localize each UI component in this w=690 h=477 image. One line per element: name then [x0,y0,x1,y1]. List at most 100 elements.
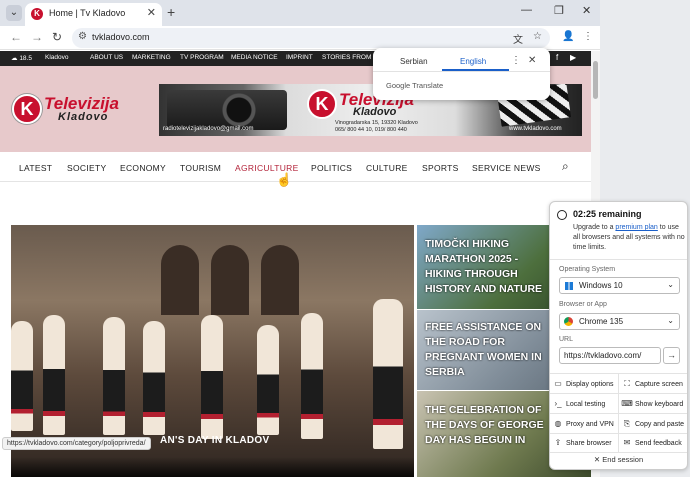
close-window-icon[interactable]: ✕ [582,4,591,17]
translate-lang-english[interactable]: English [460,57,486,66]
show-keyboard-button[interactable]: ⌨ Show keyboard [619,394,687,413]
nav-economy[interactable]: ECONOMY [120,163,166,173]
dancer-figure [103,317,125,435]
capture-screen-button[interactable]: ⛶ Capture screen [619,374,687,393]
os-value: Windows 10 [579,281,623,290]
end-session-button[interactable]: ✕ End session [550,455,687,464]
hero-caption[interactable]: AN'S DAY IN KLADOV [160,435,269,446]
facebook-icon[interactable]: f [556,53,558,62]
send-feedback-button[interactable]: ✉ Send feedback [619,433,687,452]
dancer-figure [373,299,403,449]
keyboard-icon: ⌨ [621,399,633,408]
browser-label: Browser or App [559,301,607,308]
side-article-1-title: TIMOČKI HIKING MARATHON 2025 - HIKING TH… [425,238,543,295]
os-select[interactable]: Windows 10 ⌄ [559,277,680,294]
url-input[interactable]: https://tvkladovo.com/ [559,347,661,364]
nav-culture[interactable]: CULTURE [366,163,408,173]
bookmark-star-icon[interactable]: ☆ [533,31,542,42]
nav-society[interactable]: SOCIETY [67,163,106,173]
top-link-marketing[interactable]: MARKETING [132,54,171,61]
tab-home[interactable]: K Home | Tv Kladovo ✕ [25,3,162,26]
camera-image [167,90,287,130]
youtube-icon[interactable]: ▶ [570,53,576,62]
minimize-icon[interactable]: — [521,4,532,16]
top-link-about[interactable]: ABOUT US [90,54,123,61]
arch-shape [161,245,199,315]
nav-latest[interactable]: LATEST [19,163,52,173]
url-text: tvkladovo.com [92,32,150,42]
monitor-icon: ▭ [554,379,562,388]
tab-strip: ⌄ K Home | Tv Kladovo ✕ + — ❐ ✕ [0,0,600,26]
chrome-icon [564,317,573,326]
logo-subtitle[interactable]: Kladovo [58,111,108,123]
close-icon: ✕ [593,455,601,464]
feedback-icon: ✉ [623,438,631,447]
profile-icon[interactable]: 👤 [562,31,574,42]
url-label: URL [559,336,574,343]
arch-shape [211,245,249,315]
upgrade-text: Upgrade to a premium plan to use all bro… [573,224,685,251]
windows-icon [565,282,573,290]
top-link-media-notice[interactable]: MEDIA NOTICE [231,54,278,61]
local-testing-button[interactable]: ›_ Local testing [550,394,618,413]
nav-politics[interactable]: POLITICS [311,163,352,173]
translate-lang-serbian[interactable]: Serbian [400,57,428,66]
proxy-vpn-button[interactable]: ◍ Proxy and VPN [550,414,618,433]
dancer-figure [143,321,165,435]
nav-service-news[interactable]: SERVICE NEWS [472,163,541,173]
address-bar[interactable]: ⚙ tvkladovo.com 文 ☆ [72,28,550,48]
translate-icon[interactable]: 文 [513,31,523,46]
weather-temp: ☁ 18.5 [11,55,32,62]
logo-k-icon[interactable]: K [12,94,42,124]
side-article-3-title: THE CELEBRATION OF THE DAYS OF GEORGE DA… [425,404,544,446]
scrollbar-thumb[interactable] [593,61,598,99]
banner-subtitle: Kladovo [353,106,397,118]
share-browser-button[interactable]: ⇪ Share browser [550,433,618,452]
dancer-figure [301,313,323,439]
browser-select[interactable]: Chrome 135 ⌄ [559,313,680,330]
capture-icon: ⛶ [624,379,630,388]
chevron-down-icon: ⌄ [667,280,674,289]
arch-shape [261,245,299,315]
more-menu-icon[interactable]: ⋮ [583,31,593,42]
web-page: ☁ 18.5 Kladovo ABOUT US MARKETING TV PRO… [0,51,591,477]
main-nav: LATEST SOCIETY ECONOMY TOURISM AGRICULTU… [0,152,591,182]
display-options-button[interactable]: ▭ Display options [550,374,618,393]
go-arrow-icon[interactable]: → [663,347,680,364]
premium-plan-link[interactable]: premium plan [615,224,657,231]
restore-icon[interactable]: ❐ [554,4,564,17]
top-link-tv-program[interactable]: TV PROGRAM [180,54,224,61]
status-bar-url: https://tvkladovo.com/category/poljopriv… [2,437,151,450]
tab-title: Home | Tv Kladovo [49,8,126,18]
site-favicon-icon: K [31,8,43,20]
close-tab-icon[interactable]: ✕ [147,6,156,19]
new-tab-icon[interactable]: + [167,4,175,20]
banner-email: radiotelevizijakladovo@gmail.com [163,126,254,132]
side-article-2-title: FREE ASSISTANCE ON THE ROAD FOR PREGNANT… [425,321,542,378]
divider [550,452,687,453]
nav-tourism[interactable]: TOURISM [180,163,221,173]
globe-icon: ◍ [554,419,562,428]
translate-popup: Serbian English ⋮ ✕ Google Translate [373,48,550,100]
forward-icon[interactable]: → [31,30,43,44]
banner-address: Vinogradarska 15, 19320 Kladovo 065/ 800… [335,120,418,133]
search-icon[interactable]: ⌕ [562,159,569,174]
top-link-stories[interactable]: STORIES FROM TI [322,54,379,61]
browser-toolbar: ← → ↻ ⚙ tvkladovo.com 文 ☆ 👤 ⋮ [0,26,600,50]
time-remaining: 02:25 remaining [573,209,642,219]
top-link-imprint[interactable]: IMPRINT [286,54,313,61]
dancer-figure [11,321,33,431]
clipboard-icon: ⎘ [623,419,631,428]
browser-window: ⌄ K Home | Tv Kladovo ✕ + — ❐ ✕ ← → ↻ ⚙ … [0,0,600,477]
divider [550,259,687,260]
nav-sports[interactable]: SPORTS [422,163,459,173]
copy-paste-button[interactable]: ⎘ Copy and paste [619,414,687,433]
tab-search-chevron-icon[interactable]: ⌄ [6,5,22,21]
site-info-icon[interactable]: ⚙ [78,31,87,42]
banner-website: www.tvkladovo.com [509,126,562,132]
back-icon[interactable]: ← [10,30,22,44]
dancer-figure [201,315,223,439]
translate-more-icon[interactable]: ⋮ [511,55,521,66]
translate-close-icon[interactable]: ✕ [528,55,536,66]
reload-icon[interactable]: ↻ [52,30,62,44]
